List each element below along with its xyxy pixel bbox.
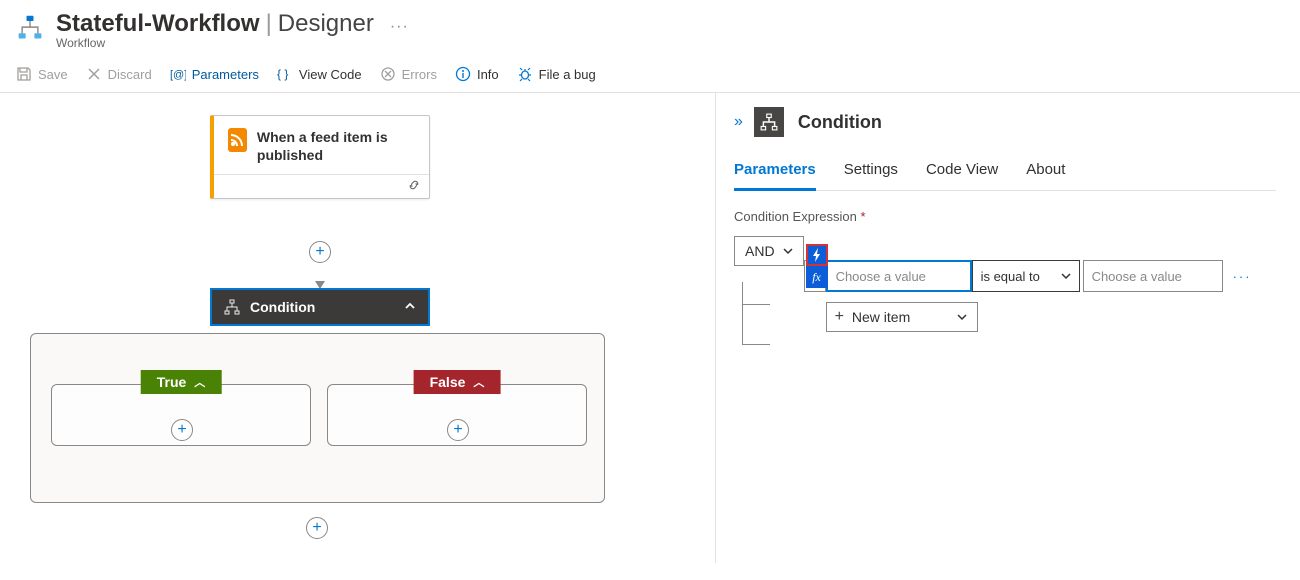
- errors-label: Errors: [402, 67, 437, 82]
- svg-text:[@]: [@]: [170, 69, 186, 81]
- chevron-down-icon: [783, 246, 793, 256]
- page-subtitle: Workflow: [56, 36, 409, 50]
- row-more-button[interactable]: ···: [1233, 269, 1252, 284]
- workflow-app-icon: [16, 14, 44, 42]
- condition-branches: True ︿ False ︿: [30, 333, 605, 503]
- chevron-up-icon[interactable]: [404, 299, 416, 315]
- chevron-down-icon: [957, 312, 967, 322]
- operator-select[interactable]: is equal to: [972, 260, 1080, 292]
- panel-title: Condition: [798, 112, 882, 133]
- collapse-panel-button[interactable]: »: [734, 113, 740, 131]
- tab-parameters[interactable]: Parameters: [734, 161, 816, 191]
- condition-panel-icon: [754, 107, 784, 137]
- right-value-input[interactable]: Choose a value: [1083, 260, 1223, 292]
- operator-label: is equal to: [981, 269, 1040, 284]
- panel-tabs: Parameters Settings Code View About: [734, 161, 1276, 191]
- right-value-placeholder: Choose a value: [1092, 269, 1182, 284]
- view-code-label: View Code: [299, 67, 362, 82]
- parameters-label: Parameters: [192, 67, 259, 82]
- plus-icon: +: [835, 308, 844, 326]
- new-item-label: New item: [852, 309, 910, 325]
- tab-settings[interactable]: Settings: [844, 161, 898, 190]
- true-label-text: True: [157, 374, 187, 390]
- svg-text:{ }: { }: [277, 67, 288, 81]
- condition-details-panel: » Condition Parameters Settings Code Vie…: [716, 93, 1300, 563]
- title-separator: |: [266, 10, 272, 38]
- designer-canvas[interactable]: When a feed item is published Condition: [0, 93, 716, 563]
- condition-label: Condition: [250, 299, 315, 315]
- trigger-node[interactable]: When a feed item is published: [210, 115, 430, 199]
- file-bug-label: File a bug: [539, 67, 596, 82]
- rss-icon: [228, 128, 247, 152]
- save-label: Save: [38, 67, 68, 82]
- title-more-icon[interactable]: ···: [390, 18, 409, 36]
- page-title: Stateful-Workflow: [56, 10, 260, 38]
- add-step-after-button[interactable]: [306, 517, 328, 539]
- add-step-button[interactable]: [309, 241, 331, 263]
- discard-label: Discard: [108, 67, 152, 82]
- true-branch-label[interactable]: True ︿: [141, 370, 222, 394]
- dynamic-content-button[interactable]: [806, 244, 828, 266]
- expression-button[interactable]: fx: [806, 266, 828, 288]
- expression-label: Condition Expression *: [734, 209, 1276, 224]
- chevron-up-icon: ︿: [194, 374, 205, 390]
- code-icon: { }: [277, 66, 293, 82]
- condition-row: fx Choose a value is equal to Choose a v…: [804, 260, 1252, 292]
- discard-button[interactable]: Discard: [86, 66, 152, 82]
- info-icon: [455, 66, 471, 82]
- parameters-button[interactable]: [@] Parameters: [170, 66, 259, 82]
- parameters-icon: [@]: [170, 66, 186, 82]
- errors-button[interactable]: Errors: [380, 66, 437, 82]
- info-button[interactable]: Info: [455, 66, 499, 82]
- new-item-button[interactable]: + New item: [826, 302, 978, 332]
- save-icon: [16, 66, 32, 82]
- condition-node[interactable]: Condition: [210, 288, 430, 326]
- link-icon[interactable]: [407, 178, 421, 195]
- designer-toolbar: Save Discard [@] Parameters { } View Cod…: [0, 56, 1300, 93]
- file-bug-button[interactable]: File a bug: [517, 66, 596, 82]
- add-false-action-button[interactable]: [447, 419, 469, 441]
- true-branch[interactable]: True ︿: [51, 384, 311, 446]
- false-label-text: False: [430, 374, 466, 390]
- trigger-title: When a feed item is published: [257, 128, 415, 164]
- left-value-placeholder: Choose a value: [836, 269, 926, 284]
- tab-about[interactable]: About: [1026, 161, 1065, 190]
- bug-icon: [517, 66, 533, 82]
- false-branch-label[interactable]: False ︿: [414, 370, 501, 394]
- save-button[interactable]: Save: [16, 66, 68, 82]
- logic-operator-select[interactable]: AND: [734, 236, 804, 266]
- logic-operator-label: AND: [745, 243, 775, 259]
- errors-icon: [380, 66, 396, 82]
- view-code-button[interactable]: { } View Code: [277, 66, 362, 82]
- chevron-up-icon: ︿: [473, 374, 484, 390]
- add-true-action-button[interactable]: [171, 419, 193, 441]
- chevron-down-icon: [1061, 271, 1071, 281]
- condition-icon: [224, 299, 240, 315]
- tab-code-view[interactable]: Code View: [926, 161, 998, 190]
- info-label: Info: [477, 67, 499, 82]
- false-branch[interactable]: False ︿: [327, 384, 587, 446]
- left-value-input[interactable]: fx Choose a value: [826, 260, 972, 292]
- page-section: Designer: [278, 10, 374, 38]
- discard-icon: [86, 66, 102, 82]
